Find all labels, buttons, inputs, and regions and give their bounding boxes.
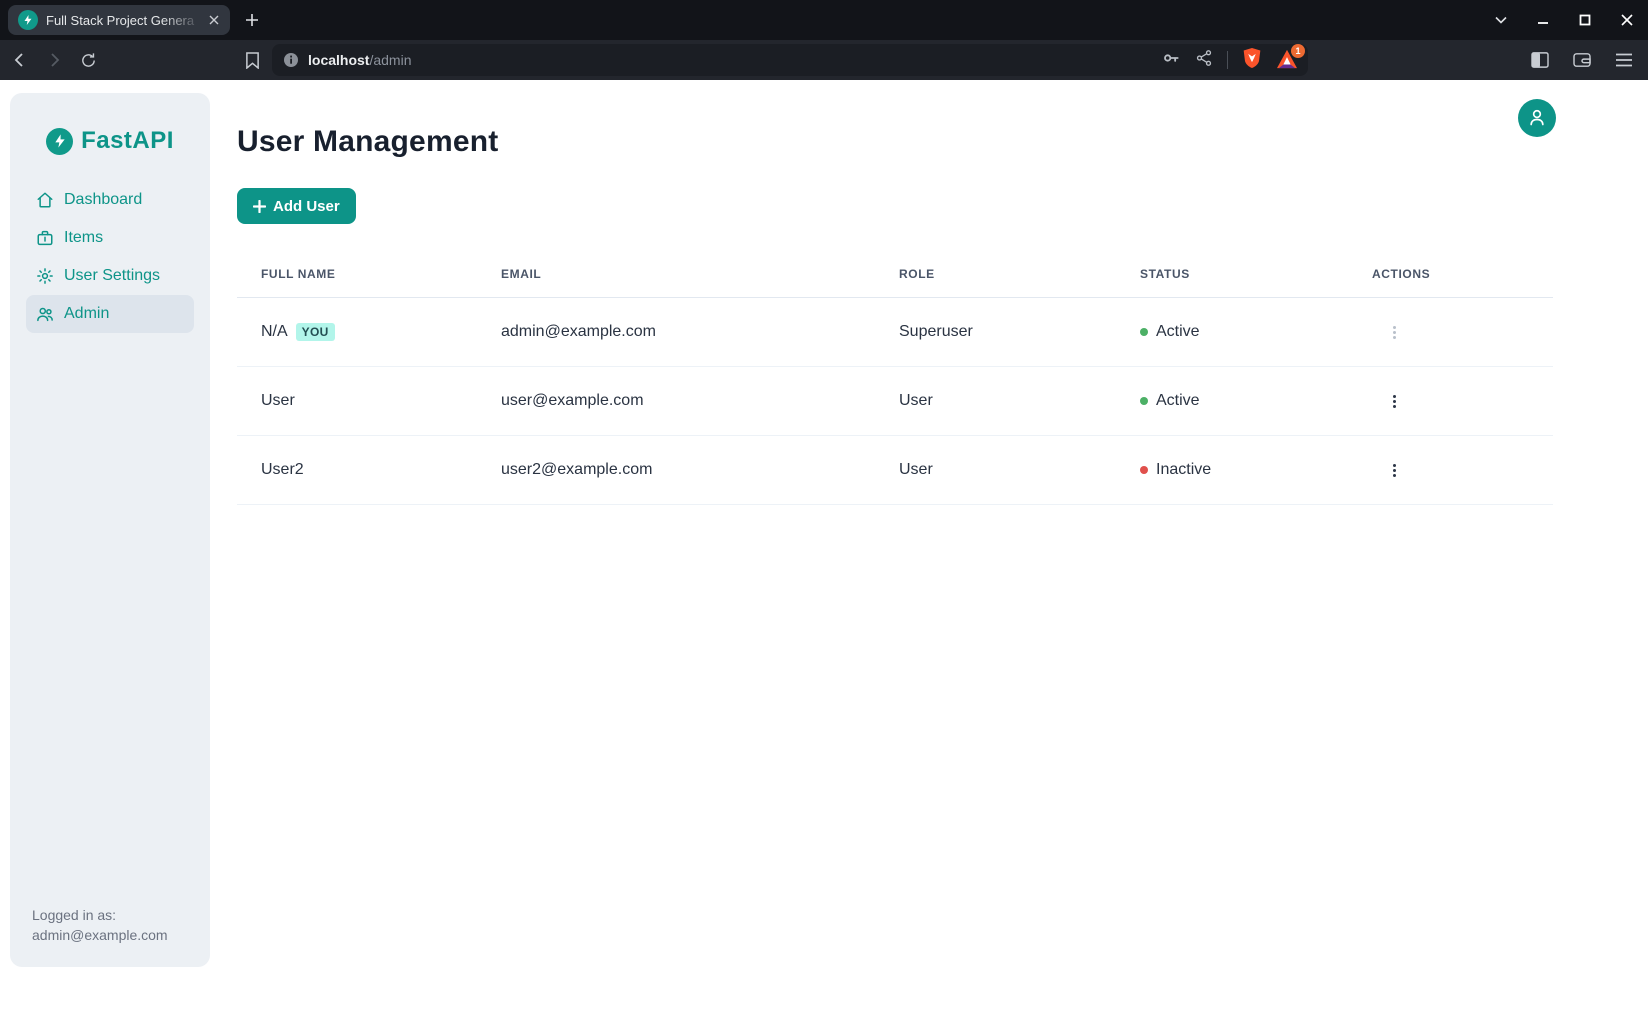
url-text: localhost/admin	[308, 52, 412, 68]
main-content: User Management Add User FULL NAME EMAIL…	[237, 80, 1648, 505]
browser-tab[interactable]: Full Stack Project Genera	[8, 5, 230, 35]
wallet-icon[interactable]	[1570, 48, 1594, 72]
url-path: /admin	[369, 52, 411, 68]
column-header-full-name: FULL NAME	[237, 267, 477, 281]
cell-role: User	[875, 461, 1116, 479]
column-header-email: EMAIL	[477, 267, 875, 281]
cell-status: Inactive	[1116, 461, 1348, 479]
tab-search-chevron-icon[interactable]	[1490, 9, 1512, 31]
fastapi-logo-icon	[46, 128, 73, 155]
status-text: Active	[1156, 323, 1200, 341]
sidebar-panel-icon[interactable]	[1528, 48, 1552, 72]
cell-email: user2@example.com	[477, 461, 875, 479]
users-table: FULL NAME EMAIL ROLE STATUS ACTIONS N/A …	[237, 251, 1553, 505]
cell-full-name: N/A YOU	[237, 323, 477, 341]
cell-email: admin@example.com	[477, 323, 875, 341]
you-badge: YOU	[296, 323, 335, 341]
tab-strip: Full Stack Project Genera	[0, 0, 1648, 40]
cell-status: Active	[1116, 392, 1348, 410]
app-page: FastAPI Dashboard Items User Settings	[0, 80, 1648, 1025]
back-button[interactable]	[6, 46, 34, 74]
plus-icon	[253, 200, 266, 213]
sidebar-item-user-settings[interactable]: User Settings	[26, 257, 194, 295]
full-name-text: User	[261, 392, 295, 410]
bookmark-icon[interactable]	[238, 46, 266, 74]
gear-icon	[36, 267, 54, 285]
cell-full-name: User	[237, 392, 477, 410]
share-icon[interactable]	[1195, 49, 1213, 72]
fastapi-logo-text: FastAPI	[81, 127, 174, 155]
column-header-status: STATUS	[1116, 267, 1348, 281]
cell-status: Active	[1116, 323, 1348, 341]
row-actions-menu-icon[interactable]	[1386, 326, 1402, 339]
sidebar-item-items[interactable]: Items	[26, 219, 194, 257]
sidebar-item-label: Items	[64, 229, 103, 247]
status-dot	[1140, 328, 1148, 336]
brave-shield-icon[interactable]	[1242, 47, 1262, 74]
column-header-actions: ACTIONS	[1348, 267, 1553, 281]
site-info-icon[interactable]	[282, 51, 300, 69]
brave-rewards-icon[interactable]: 1	[1276, 49, 1298, 71]
fastapi-favicon-icon	[18, 10, 38, 30]
sidebar-item-label: Admin	[64, 305, 109, 323]
fastapi-logo: FastAPI	[10, 127, 210, 155]
table-row: User2 user2@example.com User Inactive	[237, 436, 1553, 505]
user-avatar-button[interactable]	[1518, 99, 1556, 137]
full-name-text: User2	[261, 461, 304, 479]
sidebar-item-label: Dashboard	[64, 191, 142, 209]
rewards-badge: 1	[1291, 44, 1305, 58]
add-user-label: Add User	[273, 198, 340, 215]
table-row: N/A YOU admin@example.com Superuser Acti…	[237, 298, 1553, 367]
briefcase-icon	[36, 229, 54, 247]
status-text: Active	[1156, 392, 1200, 410]
password-key-icon[interactable]	[1161, 48, 1181, 73]
logged-in-email: admin@example.com	[32, 925, 168, 945]
cell-actions	[1348, 395, 1553, 408]
logged-in-label: Logged in as:	[32, 905, 168, 925]
address-bar[interactable]: localhost/admin 1	[272, 44, 1308, 76]
users-icon	[36, 305, 54, 323]
tab-close-icon[interactable]	[206, 12, 222, 28]
status-dot	[1140, 466, 1148, 474]
url-host: localhost	[308, 52, 369, 68]
minimize-button[interactable]	[1532, 9, 1554, 31]
cell-actions	[1348, 326, 1553, 339]
sidebar-item-label: User Settings	[64, 267, 160, 285]
logged-in-info: Logged in as: admin@example.com	[32, 905, 168, 945]
add-user-button[interactable]: Add User	[237, 188, 356, 224]
status-dot	[1140, 397, 1148, 405]
table-row: User user@example.com User Active	[237, 367, 1553, 436]
tab-title: Full Stack Project Genera	[46, 13, 206, 28]
home-icon	[36, 191, 54, 209]
sidebar-nav: Dashboard Items User Settings Admin	[10, 181, 210, 333]
new-tab-button[interactable]	[240, 8, 264, 32]
reload-button[interactable]	[74, 46, 102, 74]
page-title: User Management	[237, 125, 1648, 159]
table-header-row: FULL NAME EMAIL ROLE STATUS ACTIONS	[237, 251, 1553, 298]
full-name-text: N/A	[261, 323, 288, 341]
cell-role: User	[875, 392, 1116, 410]
close-window-button[interactable]	[1616, 9, 1638, 31]
app-sidebar: FastAPI Dashboard Items User Settings	[10, 93, 210, 967]
column-header-role: ROLE	[875, 267, 1116, 281]
cell-actions	[1348, 464, 1553, 477]
maximize-button[interactable]	[1574, 9, 1596, 31]
sidebar-item-dashboard[interactable]: Dashboard	[26, 181, 194, 219]
divider	[1227, 51, 1228, 69]
cell-full-name: User2	[237, 461, 477, 479]
forward-button[interactable]	[40, 46, 68, 74]
browser-toolbar: localhost/admin 1	[0, 40, 1648, 80]
row-actions-menu-icon[interactable]	[1386, 395, 1402, 408]
user-icon	[1527, 107, 1547, 130]
cell-email: user@example.com	[477, 392, 875, 410]
row-actions-menu-icon[interactable]	[1386, 464, 1402, 477]
status-text: Inactive	[1156, 461, 1211, 479]
cell-role: Superuser	[875, 323, 1116, 341]
menu-hamburger-icon[interactable]	[1612, 48, 1636, 72]
sidebar-item-admin[interactable]: Admin	[26, 295, 194, 333]
